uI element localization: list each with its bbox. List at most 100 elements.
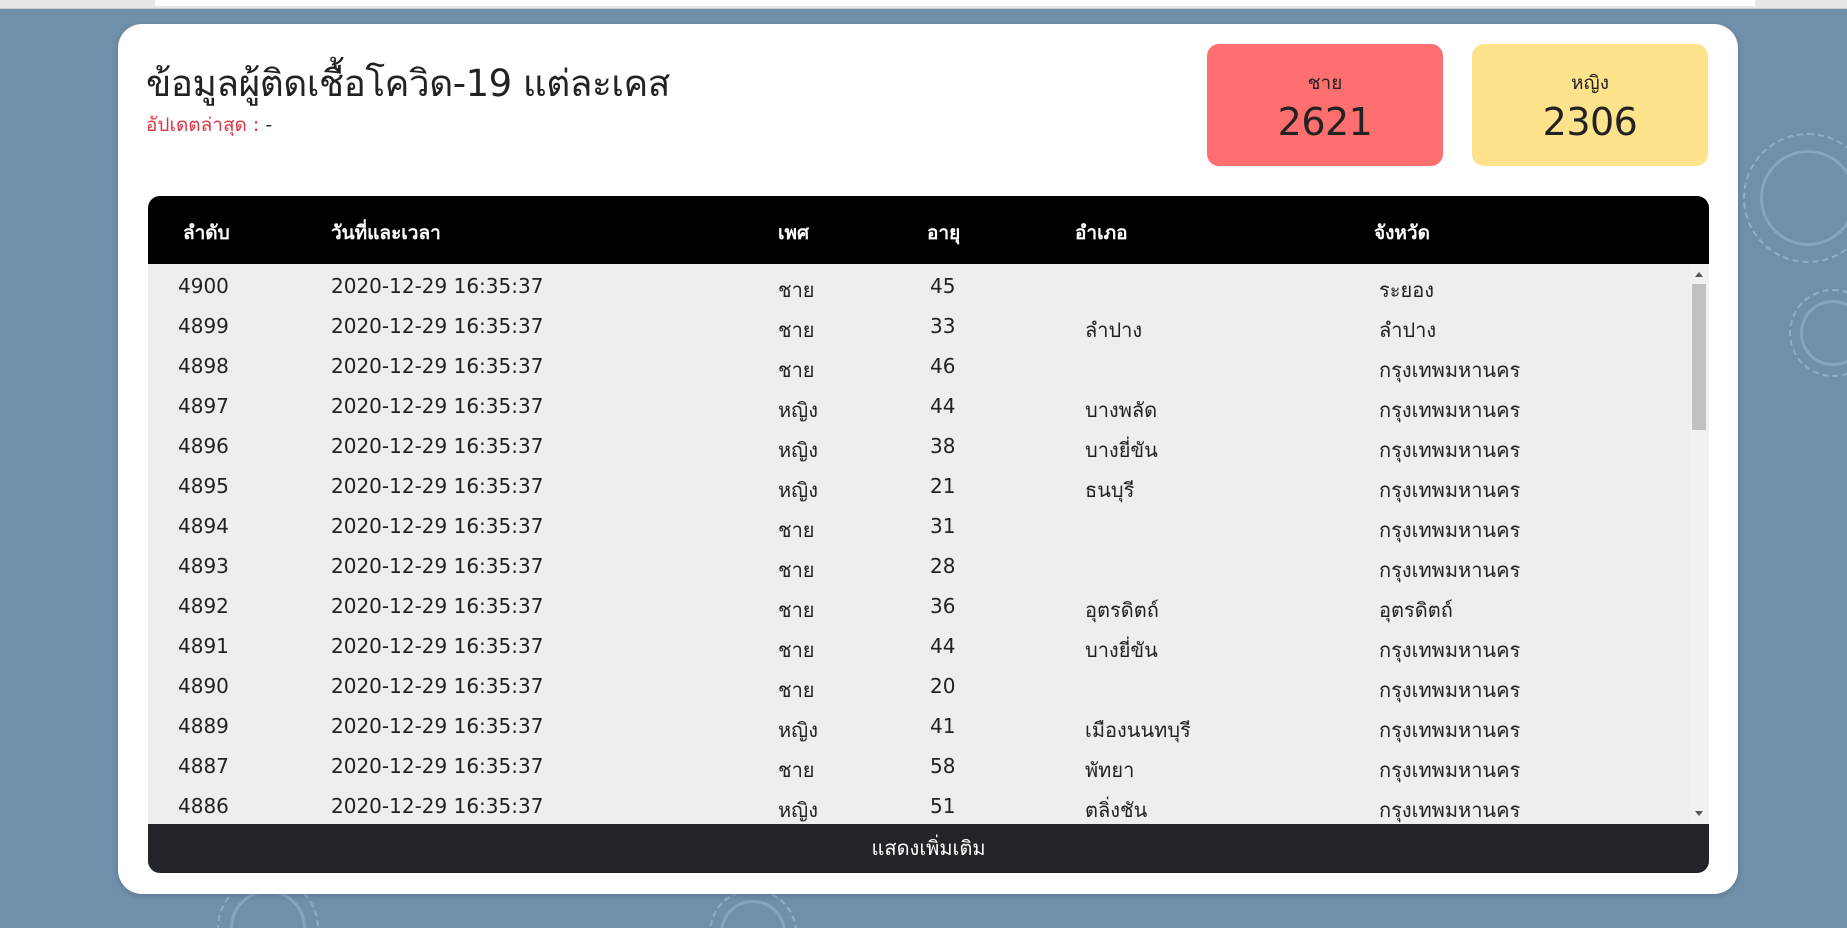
cell-datetime: 2020-12-29 16:35:37 — [331, 434, 544, 458]
cell-age: 33 — [930, 314, 956, 338]
male-count-label: ชาย — [1307, 72, 1343, 94]
virus-decoration-icon — [720, 900, 786, 928]
show-more-button[interactable]: แสดงเพิ่มเติม — [148, 824, 1709, 873]
cell-district: อุตรดิตถ์ — [1085, 598, 1159, 622]
cell-age: 44 — [930, 634, 956, 658]
cell-age: 46 — [930, 354, 956, 378]
cell-district: พัทยา — [1085, 758, 1135, 782]
cell-district: บางยี่ขัน — [1085, 438, 1158, 462]
cell-province: กรุงเทพมหานคร — [1379, 638, 1521, 662]
cell-gender: ชาย — [778, 518, 815, 542]
header-datetime: วันที่และเวลา — [331, 222, 441, 244]
cell-district: บางพลัด — [1085, 398, 1158, 422]
table-row: 4887 2020-12-29 16:35:37 ชาย 58 พัทยา กร… — [148, 744, 1689, 784]
cell-province: ระยอง — [1379, 278, 1434, 302]
cell-datetime: 2020-12-29 16:35:37 — [331, 274, 544, 298]
cell-province: กรุงเทพมหานคร — [1379, 758, 1521, 782]
cell-district: เมืองนนทบุรี — [1085, 718, 1191, 742]
cell-province: กรุงเทพมหานคร — [1379, 718, 1521, 742]
table-row: 4891 2020-12-29 16:35:37 ชาย 44 บางยี่ขั… — [148, 624, 1689, 664]
cell-age: 45 — [930, 274, 956, 298]
cell-age: 21 — [930, 474, 956, 498]
cell-number: 4896 — [178, 434, 229, 458]
last-updated-value: - — [265, 114, 273, 136]
page-title: ข้อมูลผู้ติดเชื้อโควิด-19 แต่ละเคส — [146, 62, 670, 105]
cell-gender: ชาย — [778, 358, 815, 382]
cell-gender: ชาย — [778, 278, 815, 302]
cell-province: กรุงเทพมหานคร — [1379, 358, 1521, 382]
cell-province: ลำปาง — [1379, 318, 1437, 342]
cell-age: 51 — [930, 794, 956, 818]
cell-gender: หญิง — [778, 478, 818, 502]
male-count-card: ชาย 2621 — [1207, 44, 1443, 166]
cell-gender: ชาย — [778, 558, 815, 582]
virus-decoration-icon — [230, 890, 306, 928]
cell-number: 4887 — [178, 754, 229, 778]
cell-gender: หญิง — [778, 718, 818, 742]
table-row: 4893 2020-12-29 16:35:37 ชาย 28 กรุงเทพม… — [148, 544, 1689, 584]
table-row: 4895 2020-12-29 16:35:37 หญิง 21 ธนบุรี … — [148, 464, 1689, 504]
cell-datetime: 2020-12-29 16:35:37 — [331, 754, 544, 778]
cell-datetime: 2020-12-29 16:35:37 — [331, 354, 544, 378]
cell-number: 4893 — [178, 554, 229, 578]
table-row: 4899 2020-12-29 16:35:37 ชาย 33 ลำปาง ลำ… — [148, 304, 1689, 344]
cell-age: 28 — [930, 554, 956, 578]
table-row: 4898 2020-12-29 16:35:37 ชาย 46 กรุงเทพม… — [148, 344, 1689, 384]
table-row: 4892 2020-12-29 16:35:37 ชาย 36 อุตรดิตถ… — [148, 584, 1689, 624]
cell-age: 44 — [930, 394, 956, 418]
browser-top-bar — [0, 0, 1847, 9]
browser-address-area — [155, 0, 1755, 6]
cell-number: 4886 — [178, 794, 229, 818]
cell-number: 4889 — [178, 714, 229, 738]
table-header: ลำดับ วันที่และเวลา เพศ อายุ อำเภอ จังหว… — [148, 196, 1709, 264]
cell-number: 4892 — [178, 594, 229, 618]
cell-number: 4890 — [178, 674, 229, 698]
cell-age: 58 — [930, 754, 956, 778]
header-number: ลำดับ — [183, 222, 230, 244]
table-row: 4896 2020-12-29 16:35:37 หญิง 38 บางยี่ข… — [148, 424, 1689, 464]
cell-datetime: 2020-12-29 16:35:37 — [331, 314, 544, 338]
header-province: จังหวัด — [1374, 222, 1430, 244]
table-body[interactable]: 4900 2020-12-29 16:35:37 ชาย 45 ระยอง 48… — [148, 264, 1689, 824]
cell-gender: ชาย — [778, 638, 815, 662]
cell-number: 4891 — [178, 634, 229, 658]
cell-province: กรุงเทพมหานคร — [1379, 678, 1521, 702]
table-row: 4897 2020-12-29 16:35:37 หญิง 44 บางพลัด… — [148, 384, 1689, 424]
header-district: อำเภอ — [1075, 222, 1128, 244]
scrollbar-thumb[interactable] — [1692, 284, 1706, 430]
cell-number: 4898 — [178, 354, 229, 378]
female-count-card: หญิง 2306 — [1472, 44, 1708, 166]
cell-datetime: 2020-12-29 16:35:37 — [331, 714, 544, 738]
cell-age: 36 — [930, 594, 956, 618]
scroll-down-arrow-icon[interactable] — [1695, 811, 1703, 816]
cell-number: 4897 — [178, 394, 229, 418]
cell-datetime: 2020-12-29 16:35:37 — [331, 794, 544, 818]
table-row: 4890 2020-12-29 16:35:37 ชาย 20 กรุงเทพม… — [148, 664, 1689, 704]
last-updated-label: อัปเดตล่าสุด : — [146, 114, 260, 136]
table-row: 4894 2020-12-29 16:35:37 ชาย 31 กรุงเทพม… — [148, 504, 1689, 544]
table-row: 4886 2020-12-29 16:35:37 หญิง 51 ตลิ่งชั… — [148, 784, 1689, 824]
cell-gender: หญิง — [778, 438, 818, 462]
female-count-value: 2306 — [1542, 100, 1638, 144]
cell-datetime: 2020-12-29 16:35:37 — [331, 674, 544, 698]
cell-gender: หญิง — [778, 398, 818, 422]
virus-decoration-icon — [1760, 150, 1847, 246]
cell-province: กรุงเทพมหานคร — [1379, 438, 1521, 462]
scroll-up-arrow-icon[interactable] — [1695, 272, 1703, 277]
cell-district: บางยี่ขัน — [1085, 638, 1158, 662]
header-gender: เพศ — [778, 222, 810, 244]
table-row: 4889 2020-12-29 16:35:37 หญิง 41 เมืองนน… — [148, 704, 1689, 744]
cell-gender: หญิง — [778, 798, 818, 822]
cell-age: 41 — [930, 714, 956, 738]
cell-province: กรุงเทพมหานคร — [1379, 398, 1521, 422]
cell-district: ธนบุรี — [1085, 478, 1135, 502]
cell-province: กรุงเทพมหานคร — [1379, 518, 1521, 542]
cell-number: 4899 — [178, 314, 229, 338]
table-scrollbar[interactable] — [1689, 264, 1709, 824]
cell-province: กรุงเทพมหานคร — [1379, 558, 1521, 582]
cell-age: 31 — [930, 514, 956, 538]
cell-gender: ชาย — [778, 678, 815, 702]
cell-datetime: 2020-12-29 16:35:37 — [331, 514, 544, 538]
cell-gender: ชาย — [778, 758, 815, 782]
female-count-label: หญิง — [1571, 72, 1609, 94]
